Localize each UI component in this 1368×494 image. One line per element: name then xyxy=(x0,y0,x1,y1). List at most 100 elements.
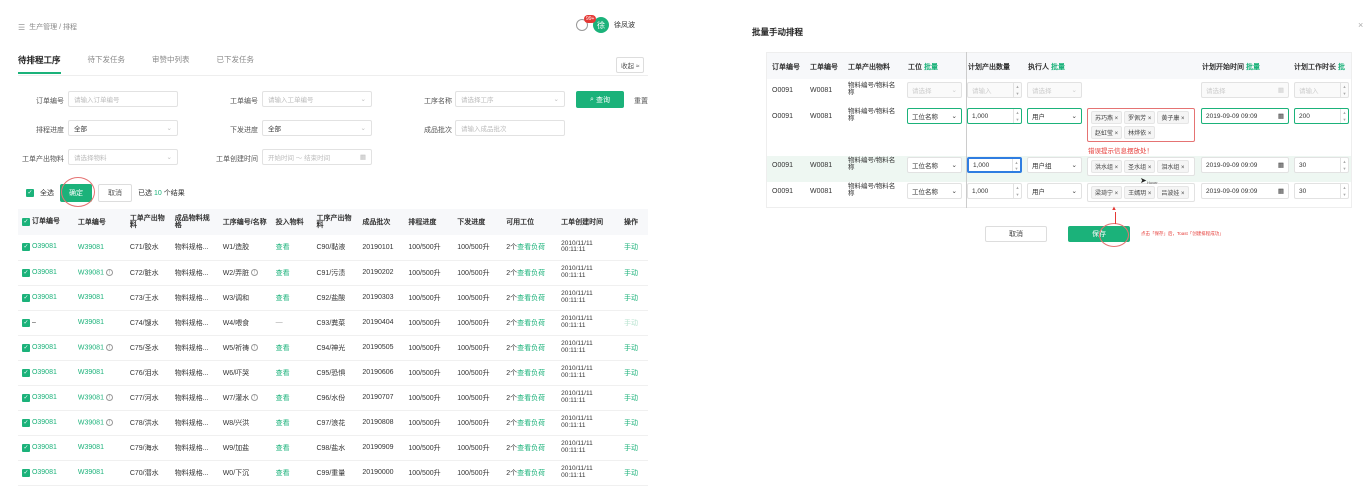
station-select[interactable]: 工位名称 ⌄ xyxy=(907,157,962,173)
plan-qty-input[interactable]: 请输入 ▲ ▼ xyxy=(967,82,1022,98)
manual-schedule-link[interactable]: 手动 xyxy=(624,345,638,352)
executor-tag[interactable]: 梁琦宁 × xyxy=(1091,186,1123,199)
view-load-link[interactable]: 查看负荷 xyxy=(517,445,545,452)
menu-fold-icon[interactable]: ☰ xyxy=(18,23,25,32)
executor-tag-input[interactable]: 苏巧燕 × 罗佩芳 × 黄子康 × 赵虹莹 × 林烨依 × xyxy=(1087,108,1195,142)
user-name[interactable]: 徐凤波 xyxy=(614,20,635,30)
table-row[interactable]: ✓ O39081 W39081! C78/洪水 物料规格... W8/兴洪 查看 C97/浪… xyxy=(18,410,648,436)
view-input-link[interactable]: 查看 xyxy=(276,295,290,302)
work-order-link[interactable]: W39081 xyxy=(78,369,104,376)
select-all-checkbox[interactable]: ✓ xyxy=(26,189,34,197)
issue-progress-select[interactable]: 全部 ⌄ xyxy=(262,120,372,136)
view-load-link[interactable]: 查看负荷 xyxy=(517,320,545,327)
duration-input[interactable]: 200 ▲ ▼ xyxy=(1294,108,1349,124)
order-no-link[interactable]: O39081 xyxy=(32,469,57,476)
batch-exec-link[interactable]: 批量 xyxy=(1051,64,1065,71)
view-load-link[interactable]: 查看负荷 xyxy=(517,270,545,277)
executor-tag[interactable]: 赵虹莹 × xyxy=(1091,126,1123,139)
tab-issued[interactable]: 已下发任务 xyxy=(217,54,255,74)
station-select[interactable]: 请选择 ⌄ xyxy=(907,82,962,98)
order-no-input[interactable]: 请输入订单编号 xyxy=(68,91,178,107)
table-row[interactable]: ✓ O39081 W39081 C79/海水 物料规格... W9/加盐 查看 C98/盐水… xyxy=(18,435,648,461)
stepper-icon[interactable]: ▲ ▼ xyxy=(1340,158,1348,172)
work-order-no-input[interactable]: 请输入工单编号 ⌄ xyxy=(262,91,372,107)
station-select[interactable]: 工位名称 ⌄ xyxy=(907,183,962,199)
stepper-icon[interactable]: ▲ ▼ xyxy=(1013,184,1021,198)
search-button[interactable]: ⌕ 查询 xyxy=(576,91,624,108)
info-icon[interactable]: ! xyxy=(251,344,259,352)
work-order-link[interactable]: W39081 xyxy=(78,344,104,351)
manual-schedule-link[interactable]: 手动 xyxy=(624,295,638,302)
close-icon[interactable]: × xyxy=(1358,20,1363,30)
batch-station-link[interactable]: 批量 xyxy=(924,64,938,71)
table-row[interactable]: ✓ O39081 W39081! C75/圣水 物料规格... W5/祈祷! 查看 C94/… xyxy=(18,335,648,361)
row-checkbox[interactable]: ✓ xyxy=(22,243,30,252)
work-order-link[interactable]: W39081 xyxy=(78,269,104,276)
view-input-link[interactable]: 查看 xyxy=(276,370,290,377)
stepper-icon[interactable]: ▲ ▼ xyxy=(1340,184,1348,198)
executor-type-select[interactable]: 用户 ⌄ xyxy=(1027,183,1082,199)
manual-schedule-link[interactable]: 手动 xyxy=(624,244,638,251)
view-load-link[interactable]: 查看负荷 xyxy=(517,244,545,251)
start-time-picker[interactable]: 2019-09-09 09:09 ▦ xyxy=(1201,183,1289,199)
view-input-link[interactable]: 查看 xyxy=(276,244,290,251)
row-checkbox[interactable]: ✓ xyxy=(22,293,30,302)
executor-tag[interactable]: 罗佩芳 × xyxy=(1124,111,1156,124)
order-no-link[interactable]: O39081 xyxy=(32,444,57,451)
manual-schedule-link[interactable]: 手动 xyxy=(624,420,638,427)
info-icon[interactable]: ! xyxy=(251,394,259,402)
order-no-link[interactable]: O39081 xyxy=(32,419,57,426)
process-name-select[interactable]: 请选择工序 ⌄ xyxy=(455,91,565,107)
manual-schedule-link[interactable]: 手动 xyxy=(624,270,638,277)
row-checkbox[interactable]: ✓ xyxy=(22,343,30,352)
view-load-link[interactable]: 查看负荷 xyxy=(517,295,545,302)
collapse-button[interactable]: 收起 ≈ xyxy=(616,57,645,73)
duration-input[interactable]: 请输入 ▲ ▼ xyxy=(1294,82,1349,98)
view-input-link[interactable]: 查看 xyxy=(276,345,290,352)
row-checkbox[interactable]: ✓ xyxy=(22,393,30,402)
plan-qty-input[interactable]: 1,000 ▲ ▼ xyxy=(967,108,1022,124)
table-row[interactable]: ✓ O39081 W39081! C72/脏水 物料规格... W2/弄脏! 查看 C91/… xyxy=(18,260,648,286)
table-row[interactable]: ✓ O39081 W39081 C70/潜水 物料规格... W0/下沉 查看 C99/重量… xyxy=(18,460,648,486)
view-load-link[interactable]: 查看负荷 xyxy=(517,420,545,427)
table-row[interactable]: ✓ O39081 W39081 C71/胶水 物料规格... W1/造胶 查看 C90/黏液… xyxy=(18,235,648,261)
row-checkbox[interactable]: ✓ xyxy=(22,318,30,327)
stepper-icon[interactable]: ▲ ▼ xyxy=(1012,159,1020,171)
product-material-select[interactable]: 请选择物料 ⌄ xyxy=(68,149,178,165)
station-select[interactable]: 工位名称 ⌄ xyxy=(907,108,962,124)
reset-button[interactable]: 重置 xyxy=(634,96,648,106)
order-no-link[interactable]: O39081 xyxy=(32,243,57,250)
executor-type-select[interactable]: 用户 ⌄ xyxy=(1027,108,1082,124)
start-time-picker[interactable]: 请选择 ▦ xyxy=(1201,82,1289,98)
work-order-link[interactable]: W39081 xyxy=(78,394,104,401)
schedule-progress-select[interactable]: 全部 ⌄ xyxy=(68,120,178,136)
executor-type-select[interactable]: 请选择 ⌄ xyxy=(1027,82,1082,98)
notification-icon[interactable]: 99+ xyxy=(576,15,597,31)
table-row[interactable]: ✓ O39081 W39081! C77/河水 物料规格... W7/灌水! 查看 C96/… xyxy=(18,385,648,411)
view-input-link[interactable]: 查看 xyxy=(276,445,290,452)
executor-tag[interactable]: 黄子康 × xyxy=(1157,111,1189,124)
modal-cancel-button[interactable]: 取消 xyxy=(985,226,1047,242)
info-icon[interactable]: ! xyxy=(251,269,259,277)
duration-input[interactable]: 30 ▲ ▼ xyxy=(1294,157,1349,173)
view-input-link[interactable]: 查看 xyxy=(276,395,290,402)
work-order-link[interactable]: W39081 xyxy=(78,469,104,476)
table-row[interactable]: ✓ O39081 W39081 C73/王水 物料规格... W3/调和 查看 C92/盐酸… xyxy=(18,285,648,311)
tab-pending-schedule[interactable]: 待排程工序 xyxy=(18,54,61,74)
col-create-time[interactable]: 工单创建时间 xyxy=(557,209,620,235)
row-checkbox[interactable]: ✓ xyxy=(22,368,30,377)
row-checkbox[interactable]: ✓ xyxy=(22,468,30,477)
order-no-link[interactable]: O39081 xyxy=(32,369,57,376)
batch-start-link[interactable]: 批量 xyxy=(1246,64,1260,71)
manual-schedule-link[interactable]: 手动 xyxy=(624,395,638,402)
work-order-link[interactable]: W39081 xyxy=(78,419,104,426)
row-checkbox[interactable]: ✓ xyxy=(22,418,30,427)
executor-tag[interactable]: 洪水组 × xyxy=(1091,160,1123,173)
work-order-link[interactable]: W39081 xyxy=(78,294,104,301)
stepper-icon[interactable]: ▲ ▼ xyxy=(1340,109,1348,123)
executor-tag[interactable]: 圣水组 × xyxy=(1124,160,1156,173)
view-load-link[interactable]: 查看负荷 xyxy=(517,395,545,402)
view-load-link[interactable]: 查看负荷 xyxy=(517,470,545,477)
work-order-link[interactable]: W39081 xyxy=(78,319,104,326)
order-no-link[interactable]: O39081 xyxy=(32,294,57,301)
